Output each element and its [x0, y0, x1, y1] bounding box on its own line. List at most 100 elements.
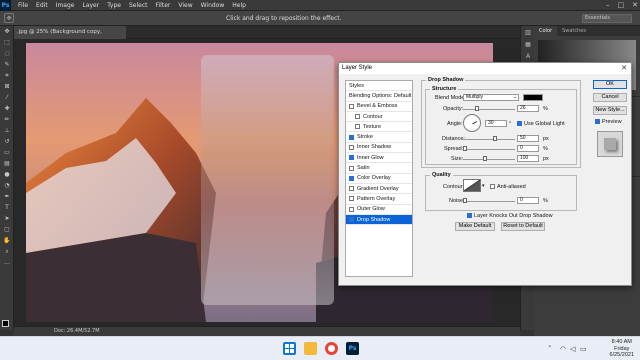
style-checkbox[interactable] — [349, 206, 354, 212]
menu-help[interactable]: Help — [228, 2, 250, 9]
style-checkbox[interactable] — [355, 124, 360, 130]
noise-field[interactable]: 0 — [517, 197, 539, 204]
spread-field[interactable]: 0 — [517, 145, 539, 152]
contour-chevron-icon[interactable]: ▾ — [482, 183, 485, 189]
style-item[interactable]: Texture — [346, 122, 412, 133]
style-item[interactable]: Color Overlay — [346, 174, 412, 184]
menu-image[interactable]: Image — [52, 2, 79, 9]
eyedropper-icon[interactable]: ⁄ — [0, 92, 14, 103]
type-icon[interactable]: T — [0, 202, 14, 213]
taskbar-clock[interactable]: 8:40 AM Friday 6/25/2021 — [610, 339, 634, 359]
style-checkbox[interactable] — [349, 155, 354, 161]
brush-icon[interactable]: ✏ — [0, 114, 14, 125]
menu-type[interactable]: Type — [103, 2, 125, 9]
style-item[interactable]: Pattern Overlay — [346, 194, 412, 205]
wifi-icon[interactable]: ◠ — [560, 345, 566, 353]
distance-slider[interactable] — [463, 136, 515, 141]
more-tools-icon[interactable]: … — [0, 257, 14, 268]
dodge-icon[interactable]: ◔ — [0, 180, 14, 191]
pen-icon[interactable]: ✒ — [0, 191, 14, 202]
menu-edit[interactable]: Edit — [32, 2, 52, 9]
move-icon[interactable]: ✥ — [0, 26, 14, 37]
dialog-close-icon[interactable]: ✕ — [621, 64, 627, 72]
style-item[interactable]: Gradient Overlay — [346, 184, 412, 195]
move-tool-icon[interactable]: ✥ — [4, 13, 14, 23]
style-item[interactable]: Inner Glow — [346, 153, 412, 164]
history-icon[interactable]: ▥ — [521, 26, 535, 38]
file-explorer-icon[interactable] — [304, 342, 317, 355]
style-checkbox[interactable] — [349, 134, 354, 140]
style-checkbox[interactable] — [355, 114, 360, 120]
hand-icon[interactable]: ✋ — [0, 235, 14, 246]
style-checkbox[interactable] — [349, 186, 354, 192]
ok-button[interactable]: OK — [593, 80, 627, 89]
opacity-slider-knob[interactable] — [474, 106, 479, 111]
foreground-color-swatch[interactable] — [2, 320, 9, 327]
make-default-button[interactable]: Make Default — [455, 222, 495, 231]
distance-field[interactable]: 50 — [517, 135, 539, 142]
spread-slider-knob[interactable] — [463, 146, 467, 151]
document-tab[interactable]: .jpg @ 25% (Background copy, RGB/8#) * — [14, 26, 126, 48]
angle-field[interactable]: 30 — [485, 120, 507, 127]
spread-slider[interactable] — [463, 146, 515, 151]
style-item[interactable]: Styles — [346, 81, 412, 92]
tab-color[interactable]: Color — [534, 26, 558, 36]
battery-icon[interactable]: ▭ — [580, 345, 587, 353]
size-field[interactable]: 100 — [517, 155, 539, 162]
new-style-button[interactable]: New Style... — [593, 106, 627, 115]
size-slider[interactable] — [463, 156, 515, 161]
gradient-icon[interactable]: ▤ — [0, 158, 14, 169]
close-icon[interactable]: ✕ — [632, 0, 638, 11]
menu-file[interactable]: File — [14, 2, 32, 9]
chrome-icon[interactable] — [325, 342, 338, 355]
menu-select[interactable]: Select — [125, 2, 152, 9]
properties-icon[interactable]: ▦ — [521, 38, 535, 50]
menu-window[interactable]: Window — [197, 2, 229, 9]
marquee-icon[interactable]: ⬚ — [0, 37, 14, 48]
character-icon[interactable]: A — [521, 50, 535, 62]
chevron-up-icon[interactable]: ˄ — [548, 345, 552, 353]
style-checkbox[interactable] — [349, 165, 354, 171]
start-icon[interactable] — [283, 342, 296, 355]
zoom-icon[interactable]: ⌕ — [0, 246, 14, 257]
menu-filter[interactable]: Filter — [152, 2, 175, 9]
style-checkbox[interactable] — [349, 144, 354, 150]
anti-aliased-checkbox[interactable] — [490, 184, 495, 189]
style-item[interactable]: Inner Shadow — [346, 143, 412, 154]
style-item[interactable]: Blending Options: Default — [346, 91, 412, 102]
tab-swatches[interactable]: Swatches — [557, 26, 591, 36]
noise-slider-knob[interactable] — [463, 198, 467, 203]
healing-icon[interactable]: ✚ — [0, 103, 14, 114]
maximize-icon[interactable]: □ — [618, 0, 625, 11]
history-brush-icon[interactable]: ↺ — [0, 136, 14, 147]
preview-checkbox[interactable] — [595, 119, 600, 124]
style-item[interactable]: Drop Shadow — [346, 214, 412, 226]
knockout-checkbox[interactable] — [467, 213, 472, 218]
lasso-icon[interactable]: ◌ — [0, 48, 14, 59]
eraser-icon[interactable]: ▭ — [0, 147, 14, 158]
style-checkbox[interactable] — [349, 196, 354, 202]
use-global-light-checkbox[interactable] — [517, 121, 522, 126]
shape-icon[interactable]: ▢ — [0, 224, 14, 235]
photoshop-taskbar-icon[interactable]: Ps — [346, 342, 359, 355]
menu-view[interactable]: View — [174, 2, 196, 9]
frame-icon[interactable]: ⊠ — [0, 81, 14, 92]
style-item[interactable]: Bevel & Emboss — [346, 102, 412, 112]
distance-slider-knob[interactable] — [493, 136, 497, 141]
stamp-icon[interactable]: ⊥ — [0, 125, 14, 136]
style-checkbox[interactable] — [349, 217, 354, 222]
path-select-icon[interactable]: ➤ — [0, 213, 14, 224]
speaker-icon[interactable]: ◁ — [570, 345, 575, 353]
style-item[interactable]: Outer Glow — [346, 205, 412, 215]
style-checkbox[interactable] — [349, 175, 354, 181]
minimize-icon[interactable]: – — [606, 0, 610, 11]
blur-icon[interactable]: ● — [0, 169, 14, 180]
style-item[interactable]: Stroke — [346, 132, 412, 143]
frosted-glass-shape[interactable] — [201, 55, 334, 305]
style-item[interactable]: Contour — [346, 112, 412, 123]
quick-select-icon[interactable]: ✎ — [0, 59, 14, 70]
contour-picker[interactable] — [463, 179, 481, 192]
reset-default-button[interactable]: Reset to Default — [501, 222, 545, 231]
size-slider-knob[interactable] — [483, 156, 487, 161]
blend-mode-select[interactable]: Multiply — [463, 94, 519, 101]
